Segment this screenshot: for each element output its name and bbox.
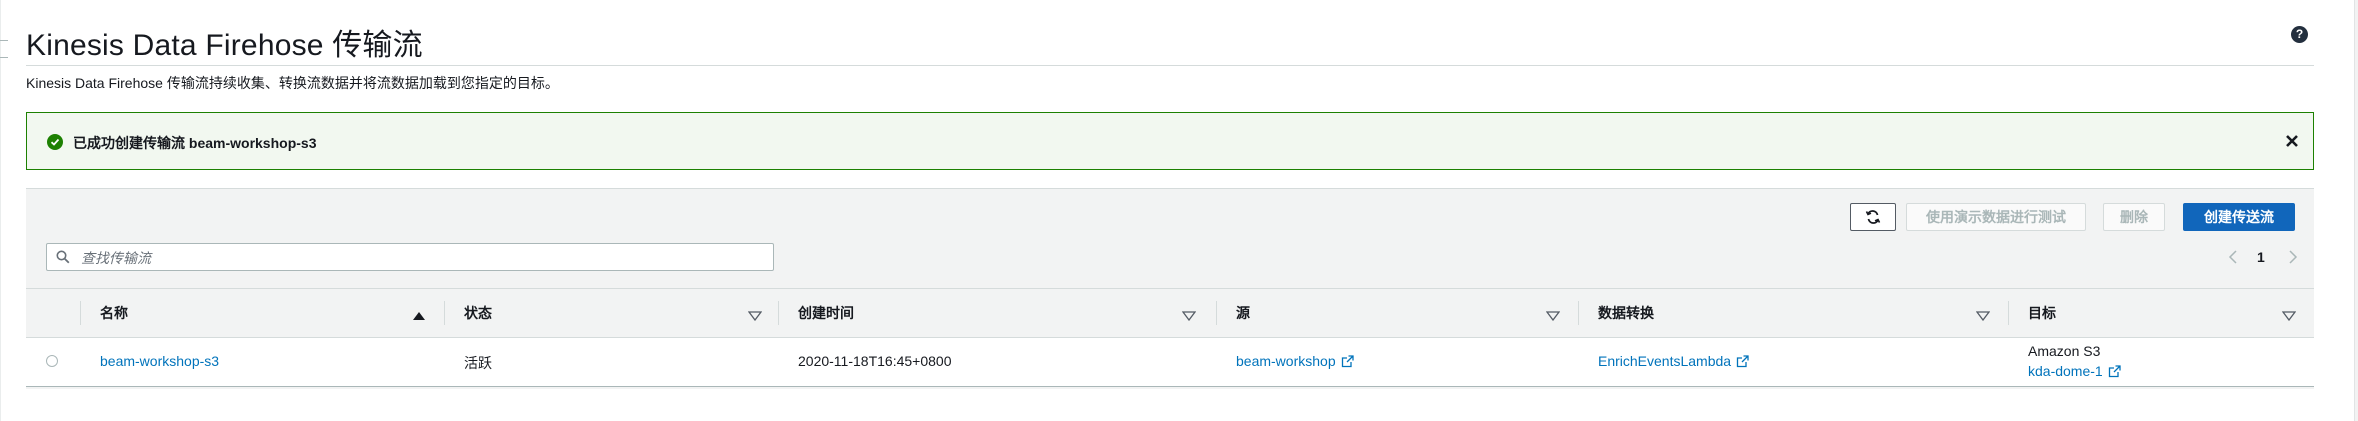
column-header-transform[interactable]: 数据转换 [1598, 289, 1654, 337]
left-edge-tick [0, 57, 8, 58]
sort-caret-icon[interactable] [2281, 308, 2297, 326]
external-link-icon[interactable] [2108, 365, 2121, 378]
transform-lambda-link[interactable]: EnrichEventsLambda [1598, 353, 1731, 369]
stream-created-time: 2020-11-18T16:45+0800 [798, 353, 952, 369]
column-header-name[interactable]: 名称 [100, 289, 128, 337]
source-link[interactable]: beam-workshop [1236, 353, 1336, 369]
column-header-created[interactable]: 创建时间 [798, 289, 854, 337]
page-title: Kinesis Data Firehose 传输流 [26, 29, 423, 62]
title-divider [26, 65, 2314, 66]
create-delivery-stream-button[interactable]: 创建传送流 [2183, 203, 2295, 231]
current-page-number[interactable]: 1 [2257, 249, 2265, 265]
transform-cell: EnrichEventsLambda [1598, 353, 1749, 369]
column-separator [80, 301, 81, 325]
external-link-icon[interactable] [1341, 355, 1354, 368]
search-field[interactable] [46, 243, 774, 271]
stream-status: 活跃 [464, 355, 492, 371]
sort-ascending-icon[interactable] [412, 308, 426, 326]
page-description: Kinesis Data Firehose 传输流持续收集、转换流数据并将流数据… [26, 75, 559, 91]
delete-button[interactable]: 删除 [2103, 203, 2165, 231]
column-header-destination[interactable]: 目标 [2028, 289, 2056, 337]
scrollbar-track[interactable] [2354, 0, 2358, 421]
search-icon [56, 250, 70, 264]
left-edge-divider [0, 0, 1, 421]
help-icon[interactable]: ? [2291, 26, 2308, 43]
destination-cell: kda-dome-1 [2028, 363, 2121, 379]
column-separator [778, 301, 779, 325]
external-link-icon[interactable] [1736, 355, 1749, 368]
sort-caret-icon[interactable] [747, 308, 763, 326]
table-header-row: 名称 状态 创建时间 源 数据转换 目标 [26, 288, 2314, 338]
sort-caret-icon[interactable] [1181, 308, 1197, 326]
close-icon[interactable] [2281, 130, 2303, 152]
stream-name-link[interactable]: beam-workshop-s3 [100, 353, 219, 369]
column-separator [1578, 301, 1579, 325]
column-separator [1216, 301, 1217, 325]
flash-message-text: 已成功创建传输流 beam-workshop-s3 [73, 135, 317, 151]
previous-page-icon[interactable] [2226, 249, 2240, 265]
left-edge-tick [0, 40, 8, 41]
test-with-demo-data-button[interactable]: 使用演示数据进行测试 [1906, 203, 2086, 231]
success-flash-message: 已成功创建传输流 beam-workshop-s3 [26, 112, 2314, 170]
column-separator [444, 301, 445, 325]
destination-bucket-link[interactable]: kda-dome-1 [2028, 363, 2103, 379]
refresh-button[interactable] [1850, 203, 1896, 231]
column-header-status[interactable]: 状态 [464, 289, 492, 337]
column-header-source[interactable]: 源 [1236, 289, 1250, 337]
sort-caret-icon[interactable] [1545, 308, 1561, 326]
refresh-icon [1865, 210, 1881, 224]
column-separator [2008, 301, 2009, 325]
delivery-streams-panel: 使用演示数据进行测试 删除 创建传送流 1 名称 [26, 188, 2314, 389]
search-input[interactable] [79, 246, 763, 270]
delivery-streams-table: 名称 状态 创建时间 源 数据转换 目标 beam-workshop-s3 活跃… [26, 288, 2314, 387]
firehose-console-page: Kinesis Data Firehose 传输流 ? Kinesis Data… [0, 0, 2358, 421]
sort-caret-icon[interactable] [1975, 308, 1991, 326]
table-row[interactable]: beam-workshop-s3 活跃 2020-11-18T16:45+080… [26, 338, 2314, 387]
next-page-icon[interactable] [2286, 249, 2300, 265]
row-select-radio[interactable] [46, 355, 58, 367]
destination-type: Amazon S3 [2028, 343, 2101, 359]
source-cell: beam-workshop [1236, 353, 1354, 369]
check-circle-icon [47, 134, 63, 150]
